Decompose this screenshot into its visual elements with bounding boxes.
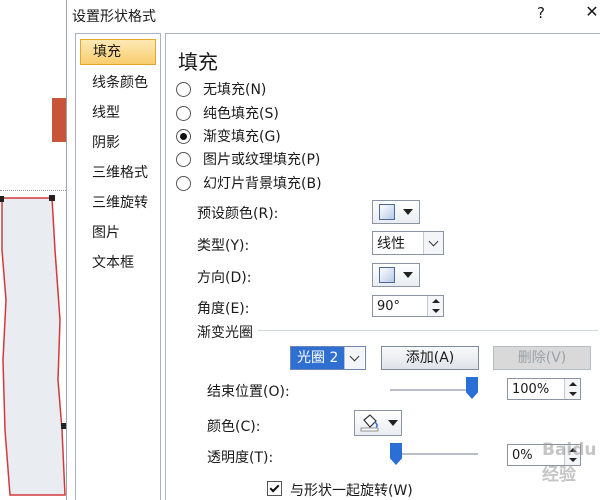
end-position-value[interactable]: 100% xyxy=(508,382,564,397)
radio-label: 纯色填充(S) xyxy=(203,106,279,122)
selected-shape[interactable] xyxy=(0,0,70,500)
dialog-title: 设置形状格式 xyxy=(72,9,156,25)
radio-button[interactable] xyxy=(176,81,191,97)
angle-label: 角度(E): xyxy=(197,301,250,317)
category-nav: 填充 线条颜色 线型 阴影 三维格式 三维旋转 图片 文本框 xyxy=(75,33,161,500)
nav-item-line-style[interactable]: 线型 xyxy=(80,100,156,126)
transparency-label: 透明度(T): xyxy=(207,450,274,466)
paint-bucket-icon xyxy=(360,414,379,432)
gradient-stops-heading: 渐变光圈 xyxy=(197,325,253,341)
color-picker-button[interactable] xyxy=(354,410,402,436)
radio-label: 无填充(N) xyxy=(203,82,267,98)
format-shape-dialog: 设置形状格式 ? ✕ 填充 线条颜色 线型 阴影 三维格式 三维旋转 图片 文本… xyxy=(66,0,600,500)
angle-value[interactable]: 90° xyxy=(373,299,427,314)
type-value: 线性 xyxy=(377,236,405,252)
radio-slide-bg-fill[interactable]: 幻灯片背景填充(B) xyxy=(176,174,322,192)
gradient-swatch-icon xyxy=(379,267,395,283)
angle-spinner[interactable]: 90° xyxy=(372,295,444,317)
radio-button[interactable] xyxy=(176,175,191,191)
nav-item-picture[interactable]: 图片 xyxy=(80,220,156,246)
end-position-spinner[interactable]: 100% xyxy=(507,378,581,400)
nav-item-line-color[interactable]: 线条颜色 xyxy=(80,70,156,96)
direction-dropdown[interactable] xyxy=(372,263,420,287)
section-title: 填充 xyxy=(178,50,218,74)
caret-down-icon xyxy=(388,420,398,426)
title-bar: 设置形状格式 ? ✕ xyxy=(67,0,600,30)
group-divider xyxy=(258,330,598,331)
type-select[interactable]: 线性 xyxy=(372,231,444,255)
radio-gradient-fill[interactable]: 渐变填充(G) xyxy=(176,127,281,145)
check-icon xyxy=(269,482,280,492)
spin-down-icon[interactable] xyxy=(565,389,580,399)
preset-colors-dropdown[interactable] xyxy=(372,200,420,224)
radio-label: 幻灯片背景填充(B) xyxy=(203,176,322,192)
gradient-stop-value: 光圈 2 xyxy=(291,347,345,369)
radio-picture-fill[interactable]: 图片或纹理填充(P) xyxy=(176,150,320,168)
preset-colors-label: 预设颜色(R): xyxy=(197,206,279,222)
end-position-slider-thumb[interactable] xyxy=(466,377,478,399)
rotate-with-shape-checkbox[interactable] xyxy=(267,481,282,496)
direction-label: 方向(D): xyxy=(197,270,252,286)
spin-down-icon[interactable] xyxy=(428,306,443,316)
radio-button[interactable] xyxy=(176,105,191,121)
radio-label: 图片或纹理填充(P) xyxy=(203,152,321,168)
radio-button[interactable] xyxy=(176,151,191,167)
nav-item-3d-rotation[interactable]: 三维旋转 xyxy=(80,190,156,216)
radio-label: 渐变填充(G) xyxy=(203,129,281,145)
transparency-slider-thumb[interactable] xyxy=(390,443,402,465)
radio-solid-fill[interactable]: 纯色填充(S) xyxy=(176,104,279,122)
chevron-down-icon[interactable] xyxy=(344,347,365,369)
caret-down-icon xyxy=(403,209,413,215)
slide-background xyxy=(0,0,70,500)
nav-item-text-box[interactable]: 文本框 xyxy=(80,250,156,276)
help-icon[interactable]: ? xyxy=(533,4,549,22)
gradient-swatch-icon xyxy=(379,204,395,220)
end-position-track[interactable] xyxy=(390,389,472,391)
end-position-label: 结束位置(O): xyxy=(207,384,290,400)
radio-no-fill[interactable]: 无填充(N) xyxy=(176,80,266,98)
color-label: 颜色(C): xyxy=(207,419,261,435)
radio-button[interactable] xyxy=(176,128,191,144)
transparency-track[interactable] xyxy=(390,453,478,455)
nav-item-3d-format[interactable]: 三维格式 xyxy=(80,160,156,186)
nav-item-shadow[interactable]: 阴影 xyxy=(80,130,156,156)
spin-up-icon[interactable] xyxy=(428,296,443,306)
delete-stop-button[interactable]: 删除(V) xyxy=(493,346,591,370)
nav-item-fill[interactable]: 填充 xyxy=(80,39,156,65)
close-icon[interactable]: ✕ xyxy=(582,2,600,21)
add-stop-button[interactable]: 添加(A) xyxy=(381,346,479,370)
rotate-with-shape-label: 与形状一起旋转(W) xyxy=(290,483,413,499)
caret-down-icon xyxy=(403,272,413,278)
fill-panel: 填充 无填充(N) 纯色填充(S) 渐变填充(G) 图片或纹理填充(P) 幻灯片… xyxy=(165,33,600,500)
chevron-down-icon[interactable] xyxy=(423,232,443,254)
spin-up-icon[interactable] xyxy=(565,379,580,389)
gradient-stop-select[interactable]: 光圈 2 xyxy=(290,346,366,370)
watermark: Baidu 经验 xyxy=(542,440,597,485)
type-label: 类型(Y): xyxy=(197,238,250,254)
